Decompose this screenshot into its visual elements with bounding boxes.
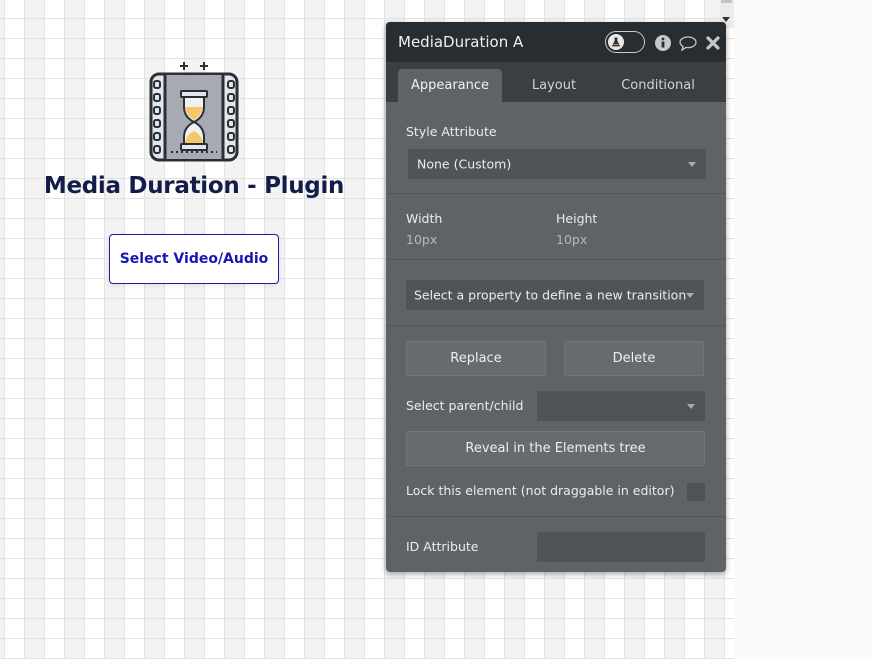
lock-element-label: Lock this element (not draggable in edit…: [406, 483, 675, 498]
chevron-down-icon: [686, 293, 694, 298]
parent-child-dropdown[interactable]: [537, 391, 705, 421]
style-attribute-value: None (Custom): [417, 156, 512, 172]
chevron-down-icon: [687, 404, 695, 409]
panel-tabs: Appearance Layout Conditional: [386, 62, 726, 102]
style-attribute-dropdown[interactable]: None (Custom): [408, 149, 706, 179]
property-editor-panel: MediaDuration A Appearance Layout Condit…: [386, 22, 726, 572]
width-label: Width: [406, 211, 443, 226]
scrollbar-thumb[interactable]: [721, 0, 732, 3]
height-value[interactable]: 10px: [556, 232, 587, 247]
replace-button[interactable]: Replace: [406, 341, 546, 376]
close-icon[interactable]: [705, 35, 721, 51]
style-attribute-label: Style Attribute: [406, 124, 497, 139]
transition-property-dropdown[interactable]: Select a property to define a new transi…: [406, 280, 704, 310]
select-video-audio-button[interactable]: Select Video/Audio: [109, 234, 279, 284]
divider: [386, 325, 726, 326]
transition-property-value: Select a property to define a new transi…: [414, 287, 687, 303]
height-label: Height: [556, 211, 598, 226]
id-attribute-input[interactable]: [537, 532, 705, 562]
panel-title: MediaDuration A: [398, 33, 524, 51]
panel-header[interactable]: MediaDuration A: [386, 22, 726, 62]
delete-button[interactable]: Delete: [564, 341, 704, 376]
page-heading: Media Duration - Plugin: [43, 173, 345, 199]
tab-layout[interactable]: Layout: [502, 69, 606, 102]
debug-toggle[interactable]: [605, 31, 645, 53]
info-icon[interactable]: [654, 34, 672, 52]
reveal-in-elements-tree-button[interactable]: Reveal in the Elements tree: [406, 431, 705, 466]
tab-appearance[interactable]: Appearance: [398, 69, 502, 102]
flask-icon: [608, 34, 624, 50]
parent-child-label: Select parent/child: [406, 398, 524, 413]
sparkle-icons: [180, 62, 208, 70]
width-value[interactable]: 10px: [406, 232, 437, 247]
chevron-down-icon: [688, 162, 696, 167]
lock-element-checkbox[interactable]: [687, 483, 705, 501]
hourglass-film-icon: [149, 62, 239, 162]
comment-icon[interactable]: [678, 34, 698, 52]
id-attribute-label: ID Attribute: [406, 539, 479, 554]
divider: [386, 516, 726, 517]
divider: [386, 193, 726, 194]
divider: [386, 259, 726, 260]
tab-conditional[interactable]: Conditional: [606, 69, 710, 102]
